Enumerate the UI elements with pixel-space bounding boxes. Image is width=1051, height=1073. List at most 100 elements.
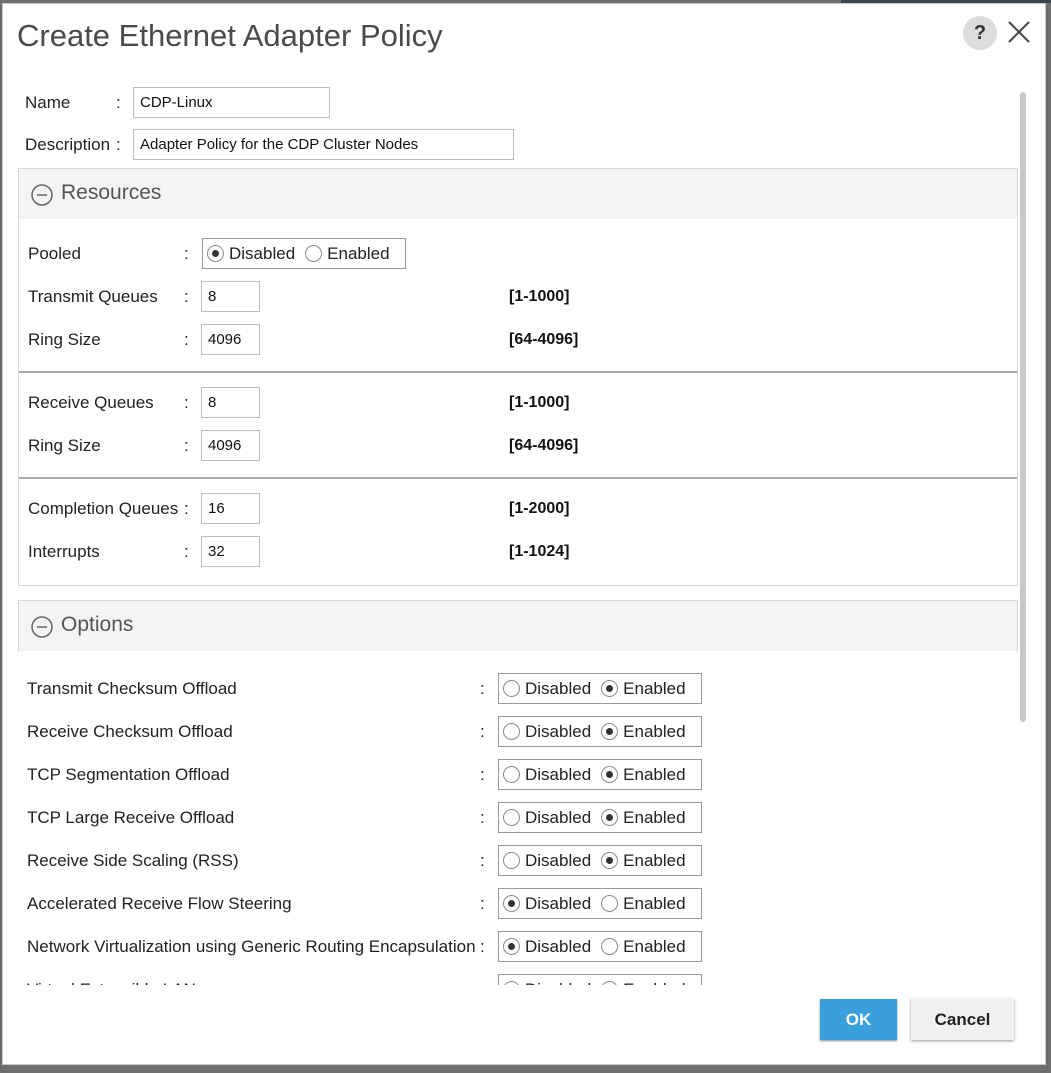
disabled-radio[interactable]: Disabled: [503, 894, 591, 914]
radio-label: Disabled: [525, 850, 592, 870]
disabled-radio[interactable]: Disabled: [503, 808, 591, 828]
radio-circle: [503, 852, 520, 869]
radio-label: Enabled: [623, 980, 685, 986]
radio-circle: [503, 981, 520, 985]
options-header[interactable]: Options: [19, 601, 1017, 651]
disabled-radio[interactable]: Disabled: [503, 722, 591, 742]
completion-queues-label: Completion Queues: [28, 499, 179, 518]
help-button[interactable]: ?: [963, 16, 997, 50]
collapse-icon[interactable]: [31, 184, 53, 206]
name-field[interactable]: CDP-Linux: [133, 87, 330, 118]
transmit-ring-size-label: Ring Size: [28, 330, 101, 349]
radio-circle: [601, 723, 619, 740]
pooled-enabled-radio[interactable]: Enabled: [305, 244, 390, 264]
disabled-radio[interactable]: Disabled: [503, 980, 591, 986]
radio-label: Disabled: [525, 678, 592, 698]
resources-header[interactable]: Resources: [19, 169, 1017, 219]
radio-circle: [503, 895, 520, 912]
radio-label: Disabled: [525, 893, 592, 913]
enabled-radio[interactable]: Enabled: [601, 764, 686, 785]
colon: :: [480, 808, 485, 827]
option-label: Accelerated Receive Flow Steering: [27, 894, 292, 913]
radio-label: Disabled: [525, 980, 591, 986]
pooled-disabled-radio[interactable]: Disabled: [207, 244, 295, 264]
colon: :: [480, 679, 485, 698]
radio-label: Disabled: [525, 807, 592, 827]
pooled-radio-group: Disabled Enabled: [202, 238, 406, 269]
create-ethernet-adapter-policy-dialog: Create Ethernet Adapter Policy ? Name : …: [2, 3, 1046, 1065]
close-icon[interactable]: [1005, 18, 1033, 46]
disabled-radio[interactable]: Disabled: [503, 765, 591, 785]
radio-label: Enabled: [623, 807, 686, 827]
pooled-colon: :: [184, 244, 189, 263]
colon: :: [184, 436, 189, 455]
transmit-ring-size-range: [64-4096]: [509, 331, 579, 348]
radio-label: Enabled: [623, 764, 686, 784]
option-label: Network Virtualization using Generic Rou…: [27, 937, 476, 956]
radio-label: Enabled: [623, 893, 686, 913]
receive-queues-range: [1-1000]: [509, 394, 570, 411]
colon: :: [184, 287, 189, 306]
colon: :: [480, 980, 485, 985]
colon: :: [184, 393, 189, 412]
completion-queues-input[interactable]: 16: [201, 493, 260, 524]
receive-queues-label: Receive Queues: [28, 393, 154, 412]
receive-ring-size-range: [64-4096]: [509, 437, 579, 454]
radio-circle: [503, 766, 520, 783]
radio-circle: [601, 852, 619, 869]
receive-queues-input[interactable]: 8: [201, 387, 260, 418]
transmit-queues-range: [1-1000]: [509, 288, 570, 305]
colon: :: [184, 499, 189, 518]
radio-circle: [503, 809, 520, 826]
completion-queues-range: [1-2000]: [509, 500, 570, 517]
disabled-radio[interactable]: Disabled: [503, 851, 591, 871]
options-list: Transmit Checksum Offload: Disabled Enable…: [18, 652, 1018, 985]
radio-label: Enabled: [623, 721, 686, 741]
radio-circle: [601, 895, 619, 912]
description-field[interactable]: Adapter Policy for the CDP Cluster Nodes: [133, 129, 514, 160]
radio-circle: [601, 809, 619, 826]
radio-label: Enabled: [623, 936, 686, 956]
colon: :: [184, 330, 189, 349]
enabled-radio[interactable]: Enabled: [601, 807, 686, 828]
radio-label: Enabled: [623, 678, 686, 698]
radio-circle: [601, 981, 619, 985]
option-radio-group: Disabled Enabled: [498, 716, 702, 747]
name-label: Name: [25, 93, 71, 112]
enabled-radio[interactable]: Enabled: [601, 980, 686, 986]
receive-ring-size-input[interactable]: 4096: [201, 430, 260, 461]
enabled-radio[interactable]: Enabled: [601, 851, 686, 871]
enabled-radio[interactable]: Enabled: [601, 936, 686, 957]
description-colon: :: [116, 135, 121, 154]
options-panel: Options: [18, 600, 1018, 652]
disabled-radio[interactable]: Disabled: [503, 679, 591, 699]
option-label: Receive Checksum Offload: [27, 722, 233, 741]
interrupts-input[interactable]: 32: [201, 536, 260, 567]
option-radio-group: Disabled Enabled: [498, 931, 702, 962]
enabled-radio[interactable]: Enabled: [601, 721, 686, 742]
collapse-icon[interactable]: [31, 616, 53, 638]
description-label: Description: [25, 135, 111, 154]
option-radio-group: Disabled Enabled: [498, 888, 702, 919]
divider: [19, 371, 1017, 373]
radio-circle: [601, 680, 619, 697]
cancel-button[interactable]: Cancel: [911, 999, 1014, 1040]
ok-button[interactable]: OK: [820, 999, 897, 1040]
option-label: Virtual Extensible LAN: [27, 980, 196, 985]
enabled-radio[interactable]: Enabled: [601, 893, 686, 914]
scrollbar[interactable]: [1020, 92, 1026, 722]
pooled-label: Pooled: [28, 244, 81, 263]
option-radio-group: Disabled Enabled: [498, 759, 702, 790]
transmit-queues-label: Transmit Queues: [28, 287, 158, 306]
colon: :: [480, 894, 485, 913]
transmit-queues-input[interactable]: 8: [201, 281, 260, 312]
colon: :: [480, 765, 485, 784]
disabled-radio[interactable]: Disabled: [503, 937, 591, 957]
option-label: TCP Segmentation Offload: [27, 765, 230, 784]
colon: :: [480, 722, 485, 741]
transmit-ring-size-input[interactable]: 4096: [201, 324, 260, 355]
option-label: Receive Side Scaling (RSS): [27, 851, 239, 870]
radio-circle: [601, 938, 619, 955]
enabled-radio[interactable]: Enabled: [601, 678, 686, 699]
radio-circle: [503, 680, 520, 697]
